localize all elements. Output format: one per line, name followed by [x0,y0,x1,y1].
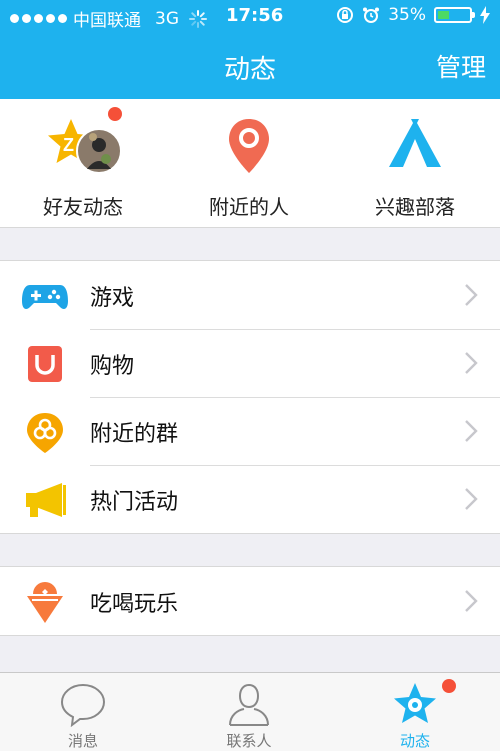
star-icon [394,683,436,723]
list-item-shopping[interactable]: 购物 [0,329,500,397]
alarm-clock-icon [363,7,380,23]
network-type: 3G [155,8,179,29]
loading-spinner-icon [189,9,207,28]
list-item-label: 游戏 [90,286,135,311]
gamepad-icon [22,285,68,309]
list-item-label: 吃喝玩乐 [90,592,179,617]
rotation-lock-icon [337,7,354,23]
quick-item-label: 附近的人 [209,195,289,219]
signal-strength-icon [10,14,67,23]
charging-bolt-icon [480,6,490,24]
megaphone-icon [26,483,66,517]
quick-item-label: 好友动态 [43,195,123,219]
page-title: 动态 [223,55,276,85]
tab-contacts[interactable]: 联系人 [166,673,332,751]
quick-access-bar: Z 好友动态 附近的人 兴趣部落 [0,99,500,228]
list-item-label: 附近的群 [90,422,179,447]
location-pin-icon [229,119,269,173]
chevron-right-icon [465,420,478,442]
tent-icon [389,119,441,167]
clock-time: 17:56 [226,5,284,26]
nearby-people-button[interactable]: 附近的人 [166,99,332,227]
tab-label: 联系人 [226,732,272,750]
chevron-right-icon [465,590,478,612]
tab-label: 消息 [67,732,98,750]
svg-text:Z: Z [63,135,74,155]
chevron-right-icon [465,352,478,374]
ice-cream-icon [27,582,63,623]
status-bar-left: 中国联通 3G [10,6,207,31]
interest-tribe-button[interactable]: 兴趣部落 [332,99,498,227]
chat-bubble-icon [60,683,106,727]
carrier-name: 中国联通 [73,11,141,31]
battery-fill [438,11,449,19]
battery-percent: 35% [388,5,426,25]
list-item-food-fun[interactable]: 吃喝玩乐 [0,567,500,635]
feature-list: 游戏 购物 附近的群 热门活动 [0,260,500,534]
friends-feed-icon: Z [48,119,122,174]
status-bar: 中国联通 3G 17:56 35% [0,0,500,33]
chevron-right-icon [465,284,478,306]
list-item-games[interactable]: 游戏 [0,261,500,329]
battery-icon [434,7,475,23]
quick-item-label: 兴趣部落 [375,195,455,219]
friends-feed-badge [108,107,122,121]
list-item-label: 热门活动 [90,490,179,515]
tab-feed[interactable]: 动态 [332,673,498,751]
feed-tab-badge [442,679,456,693]
status-bar-right: 35% [336,5,490,25]
list-item-label: 购物 [90,354,135,379]
list-item-hot-events[interactable]: 热门活动 [0,465,500,533]
shopping-icon [28,346,62,382]
manage-button[interactable]: 管理 [436,48,486,84]
list-item-nearby-groups[interactable]: 附近的群 [0,397,500,465]
friends-feed-button[interactable]: Z 好友动态 [0,99,166,227]
feature-list-secondary: 吃喝玩乐 [0,566,500,636]
nearby-groups-icon [27,413,63,453]
tab-messages[interactable]: 消息 [0,673,166,751]
tab-label: 动态 [399,732,430,750]
contact-person-icon [229,683,269,726]
tab-bar: 消息 联系人 动态 [0,672,500,751]
nav-bar: 动态 管理 [0,33,500,99]
chevron-right-icon [465,488,478,510]
